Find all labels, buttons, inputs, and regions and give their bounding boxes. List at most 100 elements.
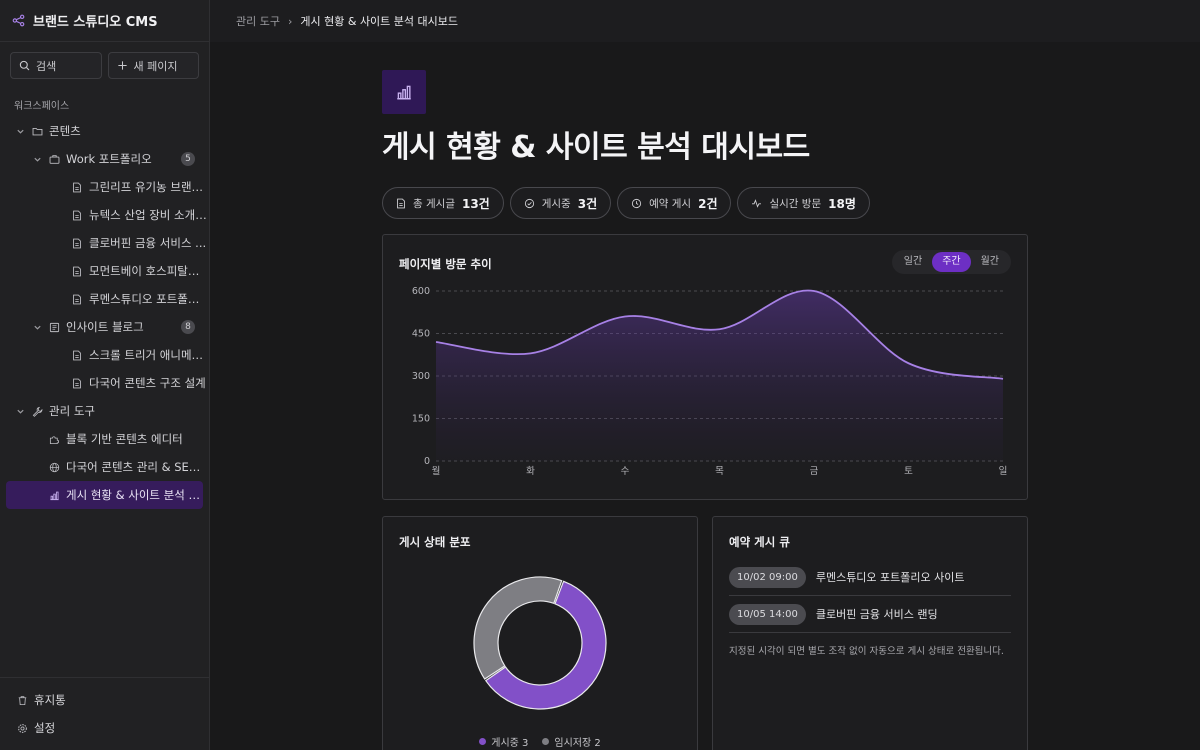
tree-item-dashboard[interactable]: 게시 현황 & 사이트 분석 대시...	[6, 481, 203, 509]
tree-item-label: 게시 현황 & 사이트 분석 대시...	[66, 488, 203, 502]
queue-title: 예약 게시 큐	[729, 535, 790, 549]
main-area: 관리 도구 › 게시 현황 & 사이트 분석 대시보드 게시 현황 & 사이트 …	[210, 0, 1200, 750]
tree-item-contents[interactable]: 콘텐츠	[0, 117, 209, 145]
document-icon	[71, 237, 83, 249]
stat-value: 3건	[577, 196, 598, 211]
area-fill	[436, 290, 1003, 461]
stat-value: 13건	[461, 196, 490, 211]
page-icon[interactable]	[382, 70, 426, 114]
tree-item-label: Work 포트폴리오	[66, 152, 152, 166]
tree-item-page[interactable]: 뉴텍스 산업 장비 소개 ...	[0, 201, 209, 229]
settings-label: 설정	[34, 721, 56, 735]
queue-time: 10/05 14:00	[729, 603, 806, 625]
trash-button[interactable]: 휴지통	[0, 686, 209, 714]
queue-item[interactable]: 10/02 09:00 루멘스튜디오 포트폴리오 사이트	[729, 559, 1011, 596]
tree-item-page[interactable]: 스크롤 트리거 애니메이...	[0, 341, 209, 369]
tree-item-label: 스크롤 트리거 애니메이...	[89, 348, 209, 362]
document-icon	[71, 181, 83, 193]
tree-item-work-portfolio[interactable]: Work 포트폴리오 5	[0, 145, 209, 173]
tree-item-i18n-seo[interactable]: 다국어 콘텐츠 관리 & SEO ...	[0, 453, 209, 481]
donut-slice	[473, 576, 563, 680]
tree-item-insight-blog[interactable]: 인사이트 블로그 8	[0, 313, 209, 341]
tree-item-label: 모먼트베이 호스피탈리...	[89, 264, 209, 278]
stat-scheduled: 예약 게시 2건	[617, 187, 732, 219]
tree-item-label: 다국어 콘텐츠 구조 설계	[89, 376, 206, 390]
tree-item-page[interactable]: 클로버핀 금융 서비스 ...	[0, 229, 209, 257]
tree-item-admin-tools[interactable]: 관리 도구	[0, 397, 209, 425]
stat-label: 예약 게시	[649, 197, 692, 210]
queue-page-title: 클로버핀 금융 서비스 랜딩	[815, 608, 938, 621]
gear-icon	[16, 722, 28, 734]
status-donut-chart	[473, 576, 607, 710]
count-badge: 5	[181, 152, 195, 166]
activity-icon	[751, 198, 762, 209]
tree-item-label: 블록 기반 콘텐츠 에디터	[66, 432, 183, 446]
blog-icon	[48, 321, 60, 333]
bar-chart-icon	[48, 489, 60, 501]
status-legend: 게시중 3 임시저장 2	[383, 734, 697, 749]
y-tick-label: 450	[412, 329, 430, 340]
stat-label: 총 게시글	[413, 197, 455, 210]
settings-button[interactable]: 설정	[0, 714, 209, 742]
visits-chart-card: 페이지별 방문 추이 일간 주간 월간 0 150 300 450 600 월 화 수 목 금 토 일	[382, 234, 1028, 500]
sidebar: 브랜드 스튜디오 CMS 검색 새 페이지 워크스페이스 콘텐츠 Work 포트…	[0, 0, 210, 750]
visits-area-chart: 0 150 300 450 600 월 화 수 목 금 토 일	[412, 286, 1008, 477]
legend-item-draft: 임시저장 2	[542, 734, 601, 749]
search-label: 검색	[36, 59, 57, 73]
x-tick-label: 월	[432, 465, 441, 477]
globe-icon	[48, 461, 60, 473]
tree-item-label: 인사이트 블로그	[66, 320, 144, 334]
tree-item-label: 관리 도구	[49, 404, 95, 418]
x-tick-label: 일	[999, 466, 1008, 477]
sidebar-footer: 휴지통 설정	[0, 677, 209, 750]
document-icon	[396, 198, 406, 209]
chevron-down-icon[interactable]	[14, 405, 26, 417]
new-page-button[interactable]: 새 페이지	[107, 52, 199, 79]
breadcrumb-separator: ›	[287, 14, 293, 28]
legend-swatch	[542, 738, 550, 745]
x-tick-label: 화	[526, 466, 535, 477]
search-button[interactable]: 검색	[10, 52, 102, 79]
search-icon	[19, 60, 30, 71]
queue-time: 10/02 09:00	[729, 566, 806, 588]
tree-item-label: 그린리프 유기농 브랜드...	[89, 180, 209, 194]
page-title: 게시 현황 & 사이트 분석 대시보드	[382, 130, 810, 165]
schedule-queue-card: 예약 게시 큐 10/02 09:00 루멘스튜디오 포트폴리오 사이트 10/…	[712, 516, 1028, 750]
tree-item-page[interactable]: 모먼트베이 호스피탈리...	[0, 257, 209, 285]
x-tick-label: 토	[904, 466, 913, 477]
chevron-down-icon[interactable]	[31, 153, 43, 165]
chevron-down-icon[interactable]	[14, 125, 26, 137]
queue-item[interactable]: 10/05 14:00 클로버핀 금융 서비스 랜딩	[729, 596, 1011, 633]
document-icon	[71, 209, 83, 221]
share-nodes-icon	[12, 14, 25, 27]
x-tick-label: 수	[621, 466, 630, 477]
tree-item-label: 콘텐츠	[49, 124, 81, 138]
document-icon	[71, 349, 83, 361]
brand-header[interactable]: 브랜드 스튜디오 CMS	[0, 0, 209, 42]
workspace-label: 워크스페이스	[14, 101, 70, 112]
stats-row: 총 게시글 13건 게시중 3건 예약 게시 2건 실시간 방문 18명	[382, 187, 1028, 219]
queue-note: 지정된 시각이 되면 별도 조작 없이 자동으로 게시 상태로 전환됩니다.	[729, 646, 1004, 657]
status-chart-card: 게시 상태 분포 게시중 3 임시저장 2	[382, 516, 698, 750]
tree-item-label: 뉴텍스 산업 장비 소개 ...	[89, 208, 209, 222]
chevron-down-icon[interactable]	[31, 321, 43, 333]
clock-icon	[631, 198, 642, 209]
breadcrumb-parent[interactable]: 관리 도구	[236, 13, 280, 29]
y-tick-label: 300	[412, 371, 430, 382]
stat-value: 2건	[698, 196, 718, 211]
tree-item-page[interactable]: 그린리프 유기농 브랜드...	[0, 173, 209, 201]
legend-item-published: 게시중 3	[479, 734, 528, 749]
tree-item-block-editor[interactable]: 블록 기반 콘텐츠 에디터	[0, 425, 209, 453]
briefcase-icon	[48, 153, 60, 165]
queue-page-title: 루멘스튜디오 포트폴리오 사이트	[815, 571, 965, 584]
document-icon	[71, 377, 83, 389]
queue-list: 10/02 09:00 루멘스튜디오 포트폴리오 사이트 10/05 14:00…	[729, 559, 1011, 657]
trash-icon	[16, 694, 28, 706]
tree-item-page[interactable]: 다국어 콘텐츠 구조 설계	[0, 369, 209, 397]
trash-label: 휴지통	[34, 693, 66, 707]
y-tick-label: 0	[424, 456, 430, 467]
stat-live-visitors: 실시간 방문 18명	[737, 187, 870, 219]
tree-item-page[interactable]: 루멘스튜디오 포트폴리...	[0, 285, 209, 313]
x-tick-label: 금	[810, 466, 819, 477]
folder-icon	[31, 125, 43, 137]
